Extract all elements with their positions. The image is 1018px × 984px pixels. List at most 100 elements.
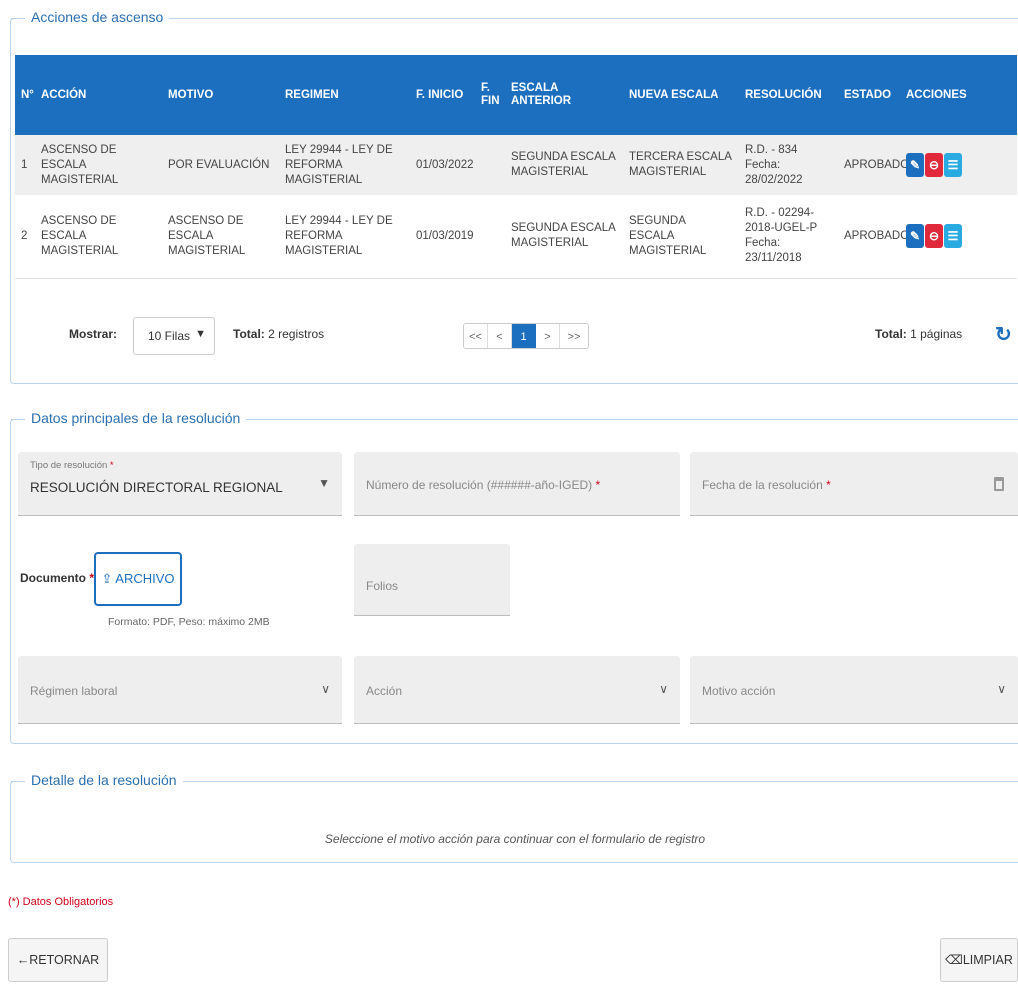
limpiar-label: LIMPIAR xyxy=(962,953,1013,967)
total-label: Total: xyxy=(233,327,265,341)
table-row: 1 ASCENSO DE ESCALA MAGISTERIAL POR EVAL… xyxy=(15,135,1017,195)
motivo-accion-select[interactable]: Motivo acción ∨ xyxy=(690,656,1018,724)
accion-placeholder: Acción xyxy=(366,684,403,698)
last-page-button[interactable]: >> xyxy=(560,324,588,348)
accion-select[interactable]: Acción ∨ xyxy=(354,656,680,724)
col-nueva-escala: NUEVA ESCALA xyxy=(623,55,739,135)
documento-label-text: Documento xyxy=(20,571,86,585)
motivo-accion-placeholder: Motivo acción xyxy=(702,684,776,698)
acciones-table: N° ACCIÓN MOTIVO REGIMEN F. INICIO F. FI… xyxy=(15,55,1017,279)
numero-resolucion-placeholder: Número de resolución (######-año-IGED) * xyxy=(366,478,600,492)
refresh-icon[interactable]: ↻ xyxy=(995,322,1012,347)
cell-regimen: LEY 29944 - LEY DE REFORMA MAGISTERIAL xyxy=(279,195,410,279)
total-pages-label: Total: xyxy=(875,327,907,341)
list-icon[interactable]: ☰ xyxy=(944,153,962,177)
upload-icon: ⇪ xyxy=(101,571,113,586)
remove-icon[interactable]: ⊖ xyxy=(925,224,943,249)
cell-motivo: ASCENSO DE ESCALA MAGISTERIAL xyxy=(162,195,279,279)
col-n: N° xyxy=(15,55,35,135)
col-regimen: REGIMEN xyxy=(279,55,410,135)
total-pages-value: 1 páginas xyxy=(910,327,963,341)
cell-accion: ASCENSO DE ESCALA MAGISTERIAL xyxy=(35,195,162,279)
col-motivo: MOTIVO xyxy=(162,55,279,135)
cell-n: 2 xyxy=(15,195,35,279)
next-page-button[interactable]: > xyxy=(536,324,560,348)
eraser-icon: ⌫ xyxy=(945,953,963,967)
tipo-resolucion-label: Tipo de resolución * xyxy=(30,460,114,471)
chevron-down-icon: ▼ xyxy=(318,476,330,490)
retornar-button[interactable]: ←RETORNAR xyxy=(8,938,108,982)
cell-resolucion: R.D. - 834 Fecha: 28/02/2022 xyxy=(739,135,838,195)
cell-motivo: POR EVALUACIÓN xyxy=(162,135,279,195)
resolucion-numero: R.D. - 02294-2018-UGEL-P xyxy=(745,207,818,235)
resolucion-fecha: Fecha: 28/02/2022 xyxy=(745,158,803,186)
cell-f-inicio: 01/03/2019 xyxy=(410,195,475,279)
cell-acciones: ✎ ⊖ ☰ xyxy=(900,135,1017,195)
list-icon[interactable]: ☰ xyxy=(944,224,962,249)
first-page-button[interactable]: << xyxy=(464,324,488,348)
cell-n: 1 xyxy=(15,135,35,195)
formato-hint: Formato: PDF, Peso: máximo 2MB xyxy=(108,616,270,628)
col-resolucion: RESOLUCIÓN xyxy=(739,55,838,135)
tipo-resolucion-value: RESOLUCIÓN DIRECTORAL REGIONAL xyxy=(30,480,283,495)
obligatorios-note: (*) Datos Obligatorios xyxy=(8,896,114,908)
acciones-panel: Acciones de ascenso N° ACCIÓN MOTIVO REG… xyxy=(10,9,1018,384)
col-acciones: ACCIONES xyxy=(900,55,1017,135)
table-row: 2 ASCENSO DE ESCALA MAGISTERIAL ASCENSO … xyxy=(15,195,1017,279)
arrow-left-icon: ← xyxy=(16,953,30,967)
fecha-resolucion-input[interactable]: Fecha de la resolución * xyxy=(690,452,1018,516)
remove-icon[interactable]: ⊖ xyxy=(925,153,943,177)
regimen-laboral-select[interactable]: Régimen laboral ∨ xyxy=(18,656,342,724)
datos-legend: Datos principales de la resolución xyxy=(10,410,247,426)
total-value: 2 registros xyxy=(268,327,325,341)
resolucion-numero: R.D. - 834 xyxy=(745,143,798,156)
col-estado: ESTADO xyxy=(838,55,900,135)
required-mark: * xyxy=(109,460,114,471)
chevron-down-icon: ▼ xyxy=(195,328,206,340)
cell-nueva-escala: SEGUNDA ESCALA MAGISTERIAL xyxy=(623,195,739,279)
fecha-resolucion-placeholder-text: Fecha de la resolución xyxy=(702,478,823,492)
chevron-down-icon: ∨ xyxy=(997,682,1006,696)
col-f-fin: F. FIN xyxy=(475,55,505,135)
cell-f-inicio: 01/03/2022 xyxy=(410,135,475,195)
rows-per-page-select[interactable]: 10 Filas ▼ xyxy=(133,317,215,355)
prev-page-button[interactable]: < xyxy=(488,324,512,348)
regimen-laboral-placeholder: Régimen laboral xyxy=(30,684,118,698)
table-header-row: N° ACCIÓN MOTIVO REGIMEN F. INICIO F. FI… xyxy=(15,55,1017,135)
col-escala-anterior: ESCALA ANTERIOR xyxy=(505,55,623,135)
folios-input[interactable]: Folios xyxy=(354,544,510,616)
mostrar-label: Mostrar: xyxy=(69,327,118,341)
documento-label: Documento * xyxy=(20,571,94,585)
cell-regimen: LEY 29944 - LEY DE REFORMA MAGISTERIAL xyxy=(279,135,410,195)
cell-accion: ASCENSO DE ESCALA MAGISTERIAL xyxy=(35,135,162,195)
detalle-panel: Detalle de la resolución Seleccione el m… xyxy=(10,772,1018,863)
total-paginas: Total: 1 páginas xyxy=(875,327,962,341)
required-mark: * xyxy=(826,478,831,492)
detalle-message: Seleccione el motivo acción para continu… xyxy=(324,832,706,846)
cell-acciones: ✎ ⊖ ☰ xyxy=(900,195,1017,279)
page-1-button[interactable]: 1 xyxy=(512,324,536,348)
numero-resolucion-input[interactable]: Número de resolución (######-año-IGED) * xyxy=(354,452,680,516)
folios-placeholder: Folios xyxy=(366,579,399,593)
pagination-bar: Mostrar: 10 Filas ▼ Total: 2 registros <… xyxy=(15,309,1017,359)
rows-per-page-value: 10 Filas xyxy=(148,329,191,343)
tipo-resolucion-label-text: Tipo de resolución xyxy=(30,460,108,471)
retornar-label: RETORNAR xyxy=(29,953,100,967)
cell-escala-anterior: SEGUNDA ESCALA MAGISTERIAL xyxy=(505,195,623,279)
archivo-label: ARCHIVO xyxy=(115,571,175,586)
edit-icon[interactable]: ✎ xyxy=(906,153,924,177)
limpiar-button[interactable]: ⌫LIMPIAR xyxy=(940,938,1018,982)
archivo-upload-button[interactable]: ⇪ ARCHIVO xyxy=(94,552,182,606)
tipo-resolucion-select[interactable]: Tipo de resolución * RESOLUCIÓN DIRECTOR… xyxy=(18,452,342,516)
total-registros: Total: 2 registros xyxy=(233,327,324,341)
calendar-icon[interactable] xyxy=(994,477,1004,491)
acciones-legend: Acciones de ascenso xyxy=(10,9,170,25)
fecha-resolucion-placeholder: Fecha de la resolución * xyxy=(702,478,831,492)
cell-escala-anterior: SEGUNDA ESCALA MAGISTERIAL xyxy=(505,135,623,195)
chevron-down-icon: ∨ xyxy=(321,682,330,696)
required-mark: * xyxy=(595,478,601,492)
cell-estado: APROBADO xyxy=(838,195,909,279)
detalle-legend: Detalle de la resolución xyxy=(11,772,183,788)
edit-icon[interactable]: ✎ xyxy=(906,224,924,249)
numero-resolucion-placeholder-text: Número de resolución (######-año-IGED) xyxy=(366,478,593,492)
